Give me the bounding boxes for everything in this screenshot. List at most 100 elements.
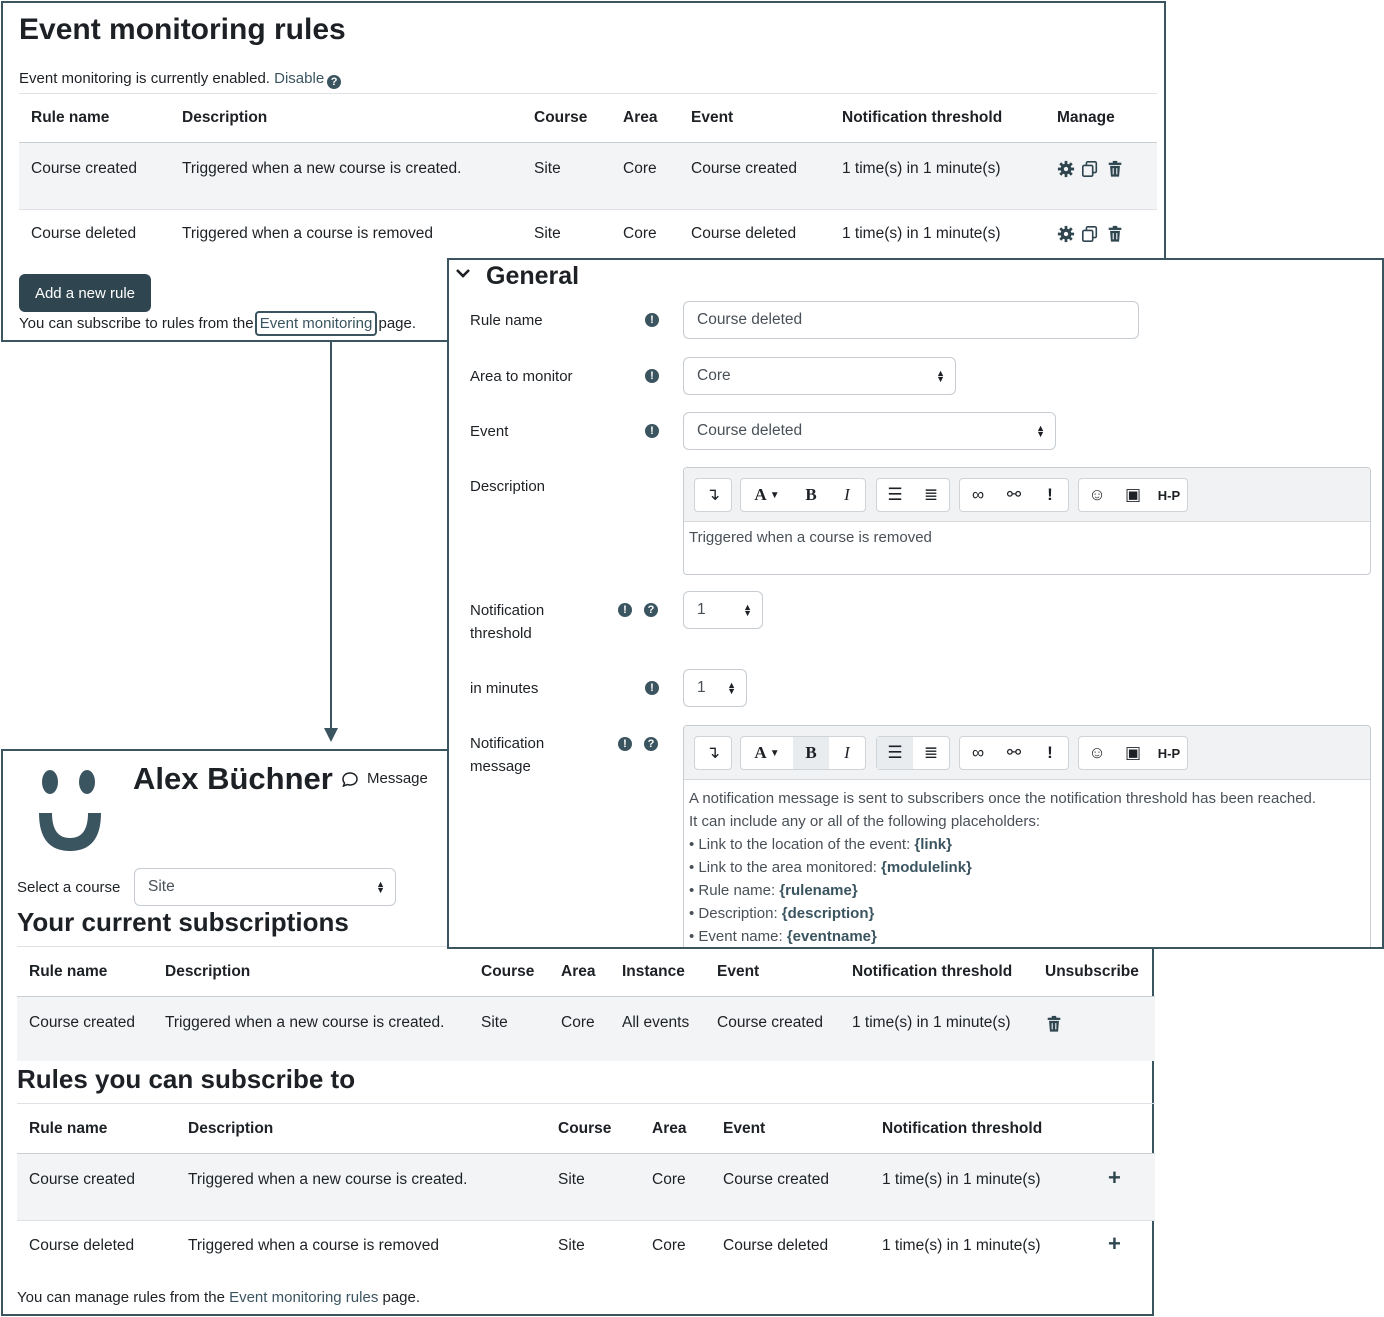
emoji-icon[interactable]: ☺ (1079, 737, 1115, 769)
threshold-value: 1 (697, 601, 706, 618)
event-value: Course deleted (697, 422, 803, 439)
link-icon[interactable]: ∞ (960, 479, 996, 511)
help-icon[interactable]: ? (644, 603, 658, 617)
plus-icon[interactable]: + (1108, 1231, 1121, 1257)
col-rule-name: Rule name (29, 963, 108, 980)
minutes-select[interactable]: 1 ▲ ▼ (683, 669, 747, 707)
cell-event: Course deleted (691, 225, 797, 242)
cell-rule-name: Course deleted (29, 1237, 135, 1254)
cell-threshold: 1 time(s) in 1 minute(s) (842, 160, 1001, 177)
info-icon[interactable]: ! (618, 603, 632, 617)
emoji-icon[interactable]: ☺ (1079, 479, 1115, 511)
copy-icon[interactable] (1081, 160, 1099, 178)
col-description: Description (182, 109, 268, 126)
collapse-toolbar-icon[interactable]: ↴ (695, 737, 731, 769)
event-label: Event (470, 423, 509, 440)
help-icon[interactable]: ? (644, 737, 658, 751)
warning-button[interactable]: ! (1032, 479, 1068, 511)
subscribe-hint: You can subscribe to rules from the Even… (19, 311, 417, 336)
unlink-icon[interactable]: ⚯ (996, 479, 1032, 511)
info-icon[interactable]: ! (645, 424, 659, 438)
font-style-button[interactable]: A ▼ (741, 737, 793, 769)
rule-edit-general-panel: General Rule name ! Course deleted Area … (447, 258, 1384, 949)
message-editor[interactable]: ↴ A ▼ B I ☰ ≣ ∞ ⚯ ! ☺ ▣ H-P A notificati… (683, 725, 1371, 947)
cell-instance: All events (622, 1014, 690, 1031)
col-area: Area (561, 963, 596, 980)
cell-description: Triggered when a course is removed (188, 1237, 439, 1254)
cell-event: Course deleted (723, 1237, 829, 1254)
rule-name-input[interactable]: Course deleted (683, 301, 1139, 339)
disable-link[interactable]: Disable (274, 70, 324, 87)
course-select-value: Site (148, 878, 175, 895)
description-text: Triggered when a course is removed (689, 529, 932, 546)
event-monitoring-rules-link[interactable]: Event monitoring rules (229, 1289, 378, 1306)
description-editor[interactable]: ↴ A ▼ B I ☰ ≣ ∞ ⚯ ! ☺ ▣ H-P Triggered whe (683, 467, 1371, 575)
info-icon[interactable]: ! (645, 313, 659, 327)
course-select[interactable]: Site ▲ ▼ (134, 868, 396, 906)
event-select[interactable]: Course deleted ▲ ▼ (683, 412, 1056, 450)
event-monitoring-link[interactable]: Event monitoring (254, 311, 378, 336)
cell-rule-name: Course created (29, 1014, 135, 1031)
italic-button[interactable]: I (829, 737, 865, 769)
threshold-label: Notification (470, 602, 545, 619)
message-line-2: It can include any or all of the followi… (689, 813, 1041, 830)
trash-icon[interactable] (1045, 1015, 1063, 1033)
message-icon (342, 771, 358, 787)
link-icon[interactable]: ∞ (960, 737, 996, 769)
copy-icon[interactable] (1081, 225, 1099, 243)
h5p-label: H-P (1157, 745, 1181, 761)
info-icon[interactable]: ! (645, 369, 659, 383)
bold-button[interactable]: B (793, 479, 829, 511)
bullet-list-icon[interactable]: ☰ (877, 737, 913, 769)
manage-hint-text: You can manage rules from the (17, 1289, 225, 1306)
col-threshold: Notification threshold (882, 1120, 1043, 1137)
warning-button[interactable]: ! (1032, 737, 1068, 769)
placeholder-text: Rule name: (698, 882, 776, 899)
avatar-icon (39, 770, 101, 851)
h5p-button[interactable]: H-P (1151, 479, 1187, 511)
editor-toolbar: ↴ A ▼ B I ☰ ≣ ∞ ⚯ ! ☺ ▣ H-P (684, 726, 1370, 780)
placeholder-code: {link} (914, 836, 952, 853)
cell-course: Site (534, 160, 561, 177)
gear-icon[interactable] (1057, 160, 1075, 178)
font-label: A (754, 743, 767, 762)
italic-button[interactable]: I (829, 479, 865, 511)
col-course: Course (481, 963, 535, 980)
bullet-list-icon[interactable]: ☰ (877, 479, 913, 511)
divider (17, 1103, 1155, 1104)
plus-icon[interactable]: + (1108, 1165, 1121, 1191)
area-value: Core (697, 367, 731, 384)
placeholder-text: Link to the area monitored: (698, 859, 877, 876)
info-icon[interactable]: ! (645, 681, 659, 695)
image-icon[interactable]: ▣ (1115, 737, 1151, 769)
toolbar-group: ☰ ≣ (876, 736, 950, 770)
threshold-select[interactable]: 1 ▲ ▼ (683, 591, 763, 629)
unlink-icon[interactable]: ⚯ (996, 737, 1032, 769)
trash-icon[interactable] (1106, 160, 1124, 178)
col-threshold: Notification threshold (852, 963, 1013, 980)
add-new-rule-button[interactable]: Add a new rule (19, 274, 151, 312)
cell-threshold: 1 time(s) in 1 minute(s) (882, 1237, 1041, 1254)
image-icon[interactable]: ▣ (1115, 479, 1151, 511)
col-rule-name: Rule name (31, 109, 110, 126)
h5p-button[interactable]: H-P (1151, 737, 1187, 769)
trash-icon[interactable] (1106, 225, 1124, 243)
col-area: Area (652, 1120, 687, 1137)
message-line-1: A notification message is sent to subscr… (689, 790, 1317, 807)
info-icon[interactable]: ! (618, 737, 632, 751)
area-select[interactable]: Core ▲ ▼ (683, 357, 956, 395)
numbered-list-icon[interactable]: ≣ (913, 737, 949, 769)
chevron-down-icon[interactable] (455, 266, 471, 284)
help-icon[interactable]: ? (327, 75, 342, 89)
h5p-label: H-P (1157, 487, 1181, 503)
message-label: Notification (470, 735, 545, 752)
bold-button[interactable]: B (793, 737, 829, 769)
gear-icon[interactable] (1057, 225, 1075, 243)
divider (19, 93, 1157, 94)
numbered-list-icon[interactable]: ≣ (913, 479, 949, 511)
collapse-toolbar-icon[interactable]: ↴ (695, 479, 731, 511)
italic-label: I (844, 485, 850, 504)
font-style-button[interactable]: A ▼ (741, 479, 793, 511)
subscribe-text-end: page. (378, 315, 417, 332)
message-link[interactable]: Message (341, 770, 428, 787)
